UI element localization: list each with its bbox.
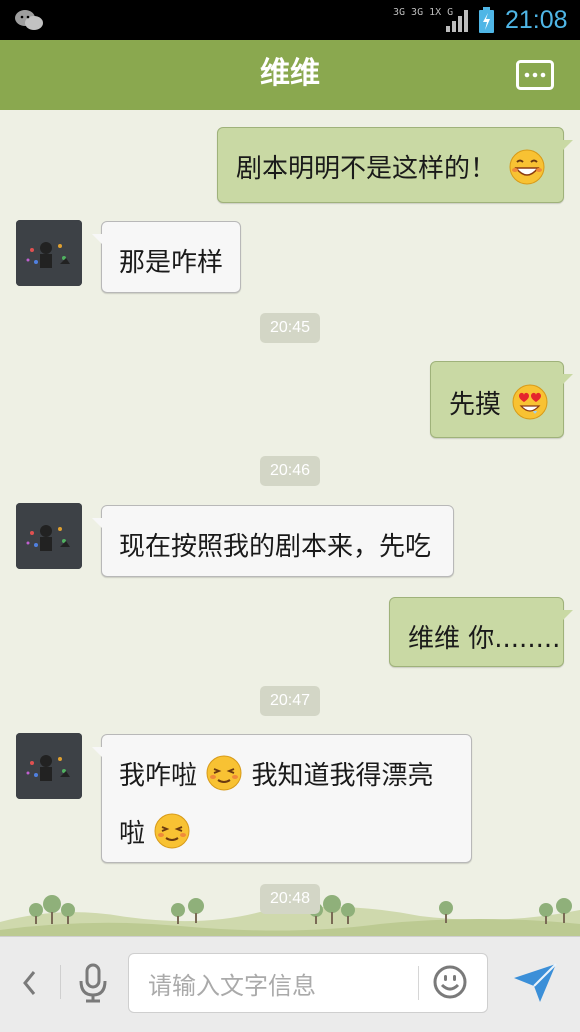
divider [60,965,61,999]
message-text: 我知道我得漂亮 [251,761,434,791]
timestamp-divider: 20:47 [260,686,320,716]
status-time: 21:08 [505,6,568,34]
content-emoji-icon [154,813,190,848]
message-input-placeholder: 请输入文字信息 [148,972,316,1000]
signal-strength-icon [446,10,468,32]
microphone-icon[interactable] [78,963,108,1003]
send-icon[interactable] [512,962,558,1004]
heart-eyes-emoji-icon [512,384,548,419]
chat-title: 维维 [260,56,320,91]
message-text: 维维 你........ [408,624,561,654]
contact-avatar[interactable] [16,503,82,569]
outgoing-message-bubble[interactable]: 先摸 [430,361,573,438]
message-text: 先摸 [449,390,502,420]
timestamp-divider: 20:48 [260,884,320,914]
chevron-left-icon[interactable] [20,968,38,998]
incoming-message-bubble[interactable]: 那是咋样 [92,221,241,293]
battery-charging-icon [479,7,494,33]
wechat-icon [15,10,43,30]
grin-emoji-icon [509,149,545,184]
outgoing-message-bubble[interactable]: 维维 你........ [389,597,573,667]
incoming-message-bubble[interactable]: 现在按照我的剧本来，先吃 [92,505,454,577]
message-text: 现在按照我的剧本来，先吃 [119,532,432,562]
message-text: 我咋啦 [119,761,198,791]
emoji-picker-icon[interactable] [432,964,468,1000]
timestamp-divider: 20:45 [260,313,320,343]
outgoing-message-bubble[interactable]: 剧本明明不是这样的！ [217,127,573,203]
message-text: 啦 [119,819,146,849]
incoming-message-bubble[interactable]: 我咋啦 我知道我得漂亮 啦 [92,734,472,863]
chat-info-menu-icon[interactable] [516,60,554,90]
content-emoji-icon [206,755,242,790]
contact-avatar[interactable] [16,220,82,286]
timestamp-divider: 20:46 [260,456,320,486]
message-text: 那是咋样 [119,248,224,278]
divider [418,966,419,1000]
contact-avatar[interactable] [16,733,82,799]
message-text: 剧本明明不是这样的！ [236,154,497,184]
network-type-indicator: 3G 3G 1X G [393,7,454,18]
